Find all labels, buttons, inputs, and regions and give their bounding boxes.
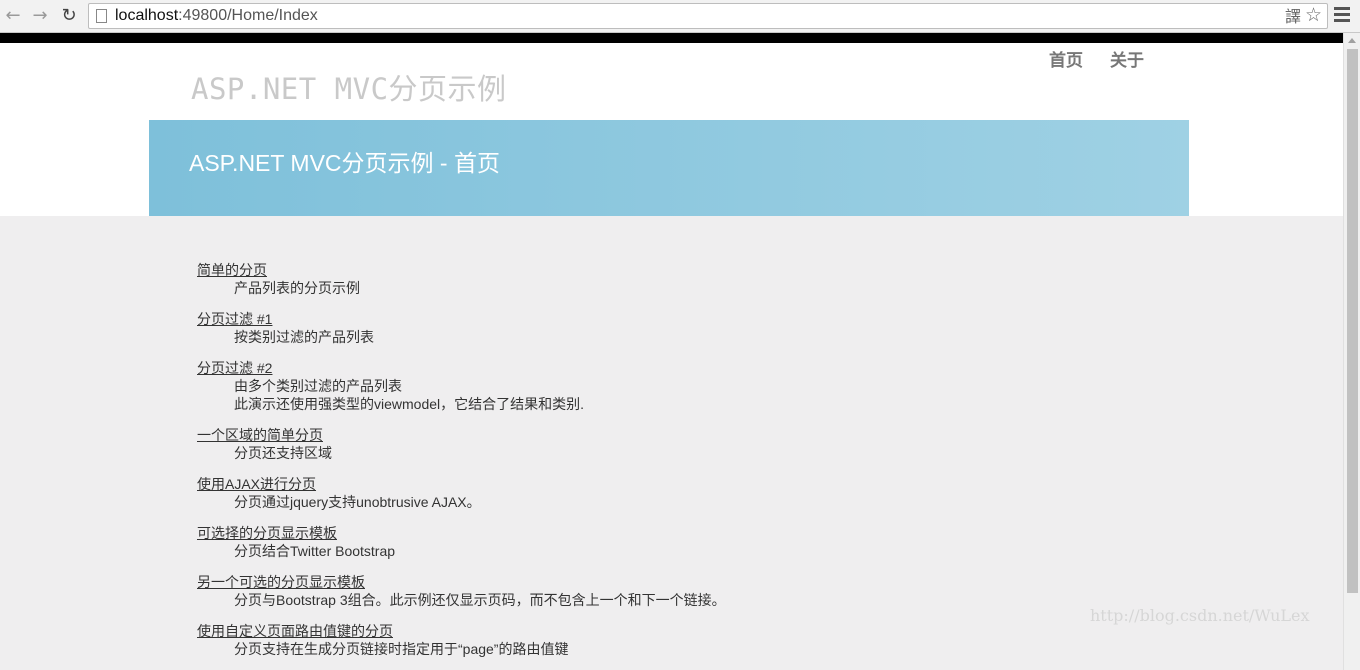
list-item: 使用AJAX进行分页 分页通过jquery支持unobtrusive AJAX。 [197,475,726,511]
page-icon [96,9,107,23]
list-item: 可选择的分页显示模板 分页结合Twitter Bootstrap [197,524,726,560]
example-description: 产品列表的分页示例 [234,280,360,296]
vertical-scrollbar[interactable] [1343,33,1360,670]
example-link-simple-paging[interactable]: 简单的分页 [197,261,726,279]
page-viewport: ASP.NET MVC分页示例 首页 关于 ASP.NET MVC分页示例 - … [0,33,1343,670]
url-text[interactable]: localhost:49800/Home/Index [115,7,318,25]
list-item: 分页过滤 #1 按类别过滤的产品列表 [197,310,726,346]
example-link-filter-2[interactable]: 分页过滤 #2 [197,359,726,377]
list-item: 另一个可选的分页显示模板 分页与Bootstrap 3组合。此示例还仅显示页码，… [197,573,726,609]
top-border [0,33,1343,43]
example-link-area-paging[interactable]: 一个区域的简单分页 [197,426,726,444]
url-host: localhost [115,7,179,24]
example-description: 按类别过滤的产品列表 [234,329,374,345]
example-link-display-template[interactable]: 可选择的分页显示模板 [197,524,726,542]
scroll-up-arrow-icon[interactable] [1348,38,1356,43]
example-description: 此演示还使用强类型的viewmodel，它结合了结果和类别. [234,396,585,412]
list-item: 简单的分页 产品列表的分页示例 [197,261,726,297]
list-item: 分页过滤 #2 由多个类别过滤的产品列表 此演示还使用强类型的viewmodel… [197,359,726,413]
back-arrow-icon[interactable]: ← [2,5,24,27]
list-item: 使用自定义页面路由值键的分页 分页支持在生成分页链接时指定用于“page”的路由… [197,622,726,658]
nav-link-about[interactable]: 关于 [1110,46,1144,71]
example-link-alt-display-template[interactable]: 另一个可选的分页显示模板 [197,573,726,591]
example-description: 分页还支持区域 [234,445,332,461]
example-link-filter-1[interactable]: 分页过滤 #1 [197,310,726,328]
featured-banner: ASP.NET MVC分页示例 - 首页 [149,120,1189,216]
bookmark-star-icon[interactable]: ☆ [1305,6,1322,25]
browser-toolbar: ← → ↻ localhost:49800/Home/Index 譯 ☆ [0,0,1360,33]
scrollbar-thumb[interactable] [1347,49,1358,593]
url-path: :49800/Home/Index [178,7,318,24]
list-item: 一个区域的简单分页 分页还支持区域 [197,426,726,462]
example-list: 简单的分页 产品列表的分页示例 分页过滤 #1 按类别过滤的产品列表 分页过滤 … [197,261,726,670]
translate-icon[interactable]: 譯 [1285,8,1301,26]
page-title: ASP.NET MVC分页示例 - 首页 [189,150,500,176]
menu-icon[interactable] [1334,7,1350,25]
main-content: 简单的分页 产品列表的分页示例 分页过滤 #1 按类别过滤的产品列表 分页过滤 … [0,216,1343,670]
example-link-custom-route-key[interactable]: 使用自定义页面路由值键的分页 [197,622,726,640]
nav-link-home[interactable]: 首页 [1049,46,1083,71]
example-description: 分页支持在生成分页链接时指定用于“page”的路由值键 [234,641,569,657]
example-link-ajax-paging[interactable]: 使用AJAX进行分页 [197,475,726,493]
example-description: 由多个类别过滤的产品列表 [234,378,402,394]
site-title[interactable]: ASP.NET MVC分页示例 [191,66,507,108]
watermark: http://blog.csdn.net/WuLex [1090,606,1310,625]
reload-icon[interactable]: ↻ [58,5,80,27]
address-bar[interactable]: localhost:49800/Home/Index 譯 ☆ [88,3,1328,29]
example-description: 分页结合Twitter Bootstrap [234,543,396,559]
example-description: 分页通过jquery支持unobtrusive AJAX。 [234,494,481,510]
example-description: 分页与Bootstrap 3组合。此示例还仅显示页码，而不包含上一个和下一个链接… [234,592,726,608]
forward-arrow-icon[interactable]: → [29,5,51,27]
